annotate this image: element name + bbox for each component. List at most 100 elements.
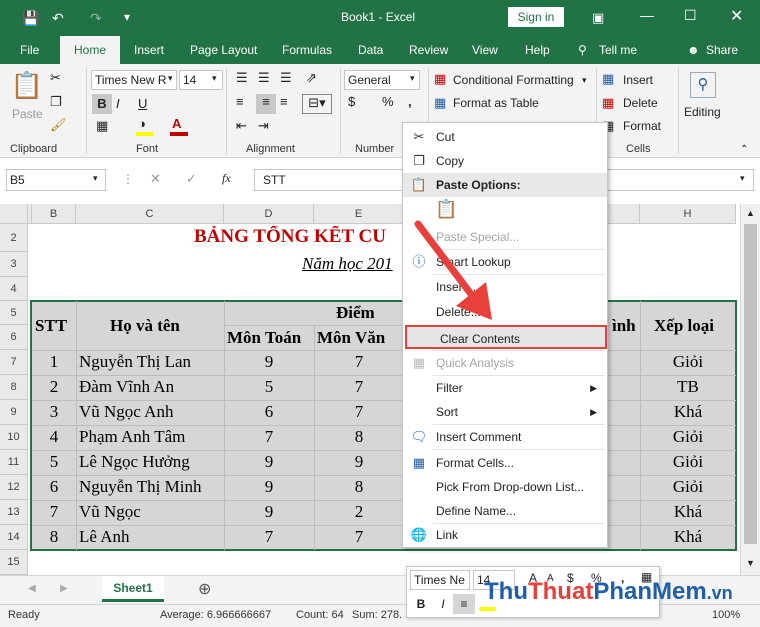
cell-van[interactable]: 7 (314, 527, 404, 547)
cell-toan[interactable]: 7 (224, 427, 314, 447)
row-header[interactable]: 11 (0, 450, 28, 475)
row-header[interactable]: 5 (0, 301, 28, 325)
zoom-level[interactable]: 100% (712, 609, 740, 621)
tab-data[interactable]: Data (358, 43, 383, 57)
conditional-formatting-button[interactable]: Conditional Formatting (453, 73, 574, 87)
cell-stt[interactable]: 7 (32, 502, 76, 522)
name-box[interactable]: B5 (6, 169, 106, 191)
cancel-icon[interactable]: ✕ (150, 171, 161, 187)
font-color-icon[interactable]: A (172, 116, 181, 131)
maximize-icon[interactable]: ☐ (684, 7, 697, 24)
row-header[interactable]: 12 (0, 475, 28, 500)
menu-item-format-cells[interactable]: ▦ Format Cells... (403, 451, 607, 475)
align-top-icon[interactable]: ☰ (236, 70, 248, 86)
cell-toan[interactable]: 7 (224, 527, 314, 547)
add-sheet-icon[interactable]: ⊕ (198, 579, 211, 599)
align-left-icon[interactable]: ≡ (236, 94, 244, 109)
tab-help[interactable]: Help (525, 43, 550, 57)
cell-name[interactable]: Nguyễn Thị Minh (79, 477, 223, 497)
column-header-d[interactable]: D (224, 204, 314, 224)
cell-toan[interactable]: 9 (224, 477, 314, 497)
close-icon[interactable]: ✕ (730, 6, 743, 26)
cell-stt[interactable]: 1 (32, 352, 76, 372)
cell-xeploai[interactable]: Khá (640, 527, 736, 547)
mini-font-name-field[interactable]: Times Ne (410, 570, 470, 590)
menu-item-filter[interactable]: Filter ▶ (403, 376, 607, 400)
header-toan[interactable]: Môn Toán (227, 328, 301, 348)
tab-page-layout[interactable]: Page Layout (190, 43, 257, 57)
header-diem[interactable]: Điểm (336, 303, 375, 323)
cell-name[interactable]: Vũ Ngọc Anh (79, 402, 223, 422)
cell-stt[interactable]: 2 (32, 377, 76, 397)
select-all-corner[interactable] (0, 204, 28, 224)
column-header-e[interactable]: E (314, 204, 404, 224)
copy-icon[interactable]: ❐ (50, 94, 62, 110)
format-painter-icon[interactable]: 🖌 (50, 117, 67, 133)
cell-van[interactable]: 8 (314, 427, 404, 447)
tab-formulas[interactable]: Formulas (282, 43, 332, 57)
tell-me-search[interactable]: Tell me (599, 43, 637, 57)
header-diem-tb[interactable]: ình (612, 316, 636, 336)
format-as-table-button[interactable]: Format as Table (453, 96, 539, 110)
header-name[interactable]: Họ và tên (110, 316, 180, 336)
row-header[interactable]: 2 (0, 224, 28, 252)
menu-item-sort[interactable]: Sort ▶ (403, 400, 607, 424)
scroll-down-icon[interactable]: ▼ (746, 558, 755, 568)
menu-item-define-name[interactable]: Define Name... (403, 499, 607, 523)
cell-xeploai[interactable]: Khá (640, 402, 736, 422)
ribbon-display-icon[interactable]: ▣ (592, 10, 604, 26)
paste-icon[interactable]: 📋 (10, 70, 44, 104)
row-header[interactable]: 6 (0, 325, 28, 350)
decrease-indent-icon[interactable]: ⇤ (236, 118, 247, 134)
cell-toan[interactable]: 6 (224, 402, 314, 422)
increase-indent-icon[interactable]: ⇥ (258, 118, 269, 134)
vertical-scrollbar[interactable]: ▲ ▼ (740, 204, 760, 575)
cell-name[interactable]: Vũ Ngọc (79, 502, 223, 522)
column-header-h[interactable]: H (640, 204, 736, 224)
cell-name[interactable]: Đàm Vĩnh An (79, 377, 223, 397)
cell-van[interactable]: 8 (314, 477, 404, 497)
row-header[interactable]: 9 (0, 400, 28, 425)
cell-name[interactable]: Nguyễn Thị Lan (79, 352, 223, 372)
cell-xeploai[interactable]: Khá (640, 502, 736, 522)
merge-center-icon[interactable]: ⊟▾ (302, 94, 332, 114)
next-sheet-icon[interactable]: ▶ (60, 583, 68, 594)
insert-cells-button[interactable]: Insert (623, 73, 653, 87)
worksheet-grid[interactable]: B C D E H 2 3 4 5 6 7 8 9 10 11 12 13 14… (0, 204, 740, 575)
borders-icon[interactable]: ▦ (96, 118, 108, 134)
fill-color-icon[interactable]: ◑ (138, 116, 146, 131)
cell-stt[interactable]: 5 (32, 452, 76, 472)
chevron-down-icon[interactable]: ▾ (168, 73, 173, 84)
row-header[interactable]: 3 (0, 252, 28, 277)
row-header[interactable]: 8 (0, 375, 28, 400)
align-middle-icon[interactable]: ☰ (258, 70, 270, 86)
cell-van[interactable]: 9 (314, 452, 404, 472)
customize-qat-icon[interactable]: ▾ (124, 10, 130, 24)
tab-home[interactable]: Home (60, 36, 121, 64)
align-right-icon[interactable]: ≡ (280, 94, 288, 109)
orientation-icon[interactable]: ⇗ (306, 70, 317, 86)
column-header-c[interactable]: C (76, 204, 224, 224)
sheet-tab-sheet1[interactable]: Sheet1 (102, 576, 164, 602)
row-header[interactable]: 13 (0, 500, 28, 525)
search-icon[interactable]: ⚲ (690, 72, 716, 98)
redo-icon[interactable]: ↷ (90, 10, 102, 27)
delete-cells-button[interactable]: Delete (623, 96, 658, 110)
cell-stt[interactable]: 6 (32, 477, 76, 497)
cell-xeploai[interactable]: TB (640, 377, 736, 397)
cut-icon[interactable]: ✂ (50, 70, 61, 86)
menu-item-copy[interactable]: ❐ Copy (403, 149, 607, 173)
cell-xeploai[interactable]: Giỏi (640, 452, 736, 472)
cell-name[interactable]: Phạm Anh Tâm (79, 427, 223, 447)
sign-in-button[interactable]: Sign in (508, 7, 564, 27)
menu-item-quick-analysis[interactable]: ▦ Quick Analysis (403, 351, 607, 375)
chevron-down-icon[interactable]: ▾ (212, 73, 217, 84)
menu-item-cut[interactable]: ✂ Cut (403, 125, 607, 149)
column-header-b[interactable]: B (32, 204, 76, 224)
cell-xeploai[interactable]: Giỏi (640, 427, 736, 447)
cell-stt[interactable]: 4 (32, 427, 76, 447)
row-header[interactable]: 4 (0, 277, 28, 301)
cell-toan[interactable]: 9 (224, 502, 314, 522)
header-stt[interactable]: STT (35, 316, 67, 336)
align-bottom-icon[interactable]: ☰ (280, 70, 292, 86)
